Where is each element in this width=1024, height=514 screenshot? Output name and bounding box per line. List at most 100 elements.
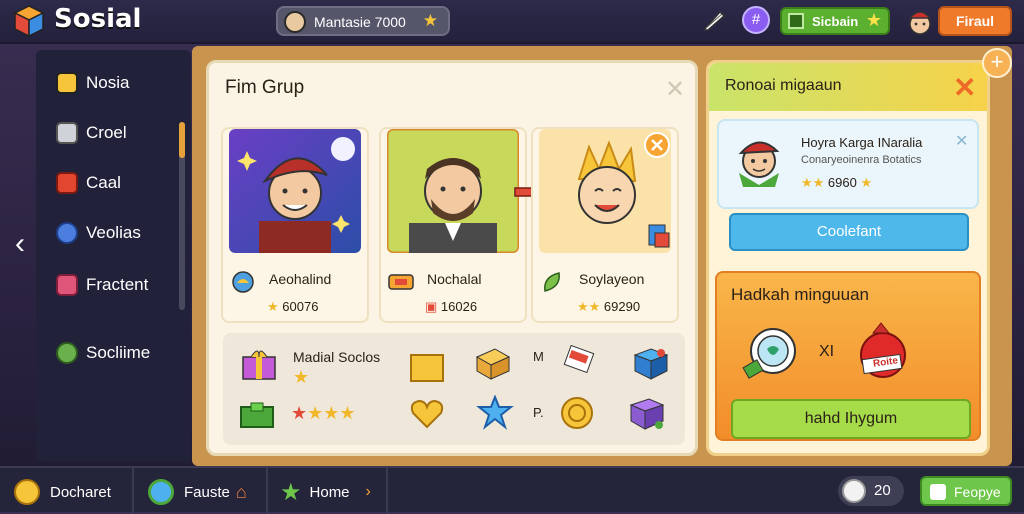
player-subtitle: Conaryeoinenra Botatics — [801, 154, 922, 166]
sidebar-item-socliime[interactable]: Socliime — [56, 338, 150, 368]
bottom-item-docharet[interactable]: Docharet — [14, 478, 111, 506]
house-icon: ⌂ — [235, 481, 247, 502]
chat-icon — [56, 72, 78, 94]
globe-icon — [56, 222, 78, 244]
app-logo-icon — [13, 5, 45, 38]
rewards-title: Madial Soclos — [293, 349, 381, 365]
player-card[interactable]: Hoyra Karga INaralia Conaryeoinenra Bota… — [717, 119, 979, 209]
sidebar-item-label: Fractent — [86, 275, 149, 294]
claim-button[interactable]: hahd Ihygum — [731, 399, 971, 439]
coin-icon[interactable] — [557, 395, 597, 431]
app-title: Sosial — [54, 4, 142, 34]
star-icon: ★ — [865, 10, 882, 30]
weekly-reward-box: Hadkah minguuan XI Roite hahd Ihygum — [715, 271, 981, 441]
character-portrait — [229, 129, 361, 253]
member-name: Aeohalind — [269, 271, 332, 287]
member-score: ★ 60076 — [267, 299, 318, 315]
divider — [386, 468, 388, 514]
bottom-item-fauste[interactable]: Fauste ⌂ — [148, 478, 247, 506]
rating-stars: ★★★★ — [291, 403, 356, 423]
friend-avatar-icon — [56, 342, 78, 364]
hashtag-badge-icon[interactable]: # — [742, 6, 770, 34]
crate-icon[interactable] — [473, 345, 513, 381]
member-score-value: 16026 — [440, 299, 478, 314]
box-icon — [56, 274, 78, 296]
top-bar: Sosial Mantasie 7000 ★ # Sicbain ★ Firau… — [0, 0, 1024, 44]
treasure-box-icon[interactable] — [407, 349, 447, 385]
cube-icon[interactable] — [631, 345, 671, 381]
sidebar-item-label: Nosia — [86, 73, 130, 92]
scroll-item-icon[interactable] — [559, 343, 599, 379]
bottom-item-home[interactable]: ★ Home › — [280, 478, 371, 506]
sidebar-item-veolias[interactable]: Veolias — [56, 218, 141, 248]
mail-icon — [56, 122, 78, 144]
leaf-icon — [544, 272, 560, 292]
member-score: ▣ 16026 — [425, 299, 477, 315]
sidebar-item-croel[interactable]: Croel — [56, 118, 127, 148]
bottom-item-label: Home — [309, 483, 350, 501]
top-action-button[interactable]: Firaul — [938, 6, 1012, 36]
sidebar-item-caal[interactable]: Caal — [56, 168, 121, 198]
sidebar-item-fractent[interactable]: Fractent — [56, 270, 148, 300]
sidebar-item-label: Socliime — [86, 343, 151, 362]
status-label: Sicbain — [812, 14, 859, 29]
green-chest-icon[interactable] — [237, 397, 277, 433]
dismiss-icon[interactable]: ✕ — [955, 131, 968, 151]
sidebar-item-label: Croel — [86, 123, 127, 142]
star-icon: ★ — [280, 478, 302, 506]
sidebar-scrollbar[interactable] — [179, 122, 185, 310]
user-profile-pill[interactable]: Mantasie 7000 ★ — [276, 6, 450, 36]
coin-icon — [842, 479, 866, 503]
user-name: Mantasie 7000 — [314, 14, 406, 30]
member-card[interactable]: Soylayeon ★★ 69290 — [531, 127, 679, 323]
player-name: Hoyra Karga INaralia — [801, 135, 923, 150]
member-card[interactable]: Nochalal ▣ 16026 — [379, 127, 527, 323]
shield-badge-icon — [742, 328, 796, 379]
add-icon[interactable]: + — [982, 48, 1012, 78]
bottom-item-label: Docharet — [50, 483, 111, 501]
star-icon: ★★ — [801, 175, 828, 190]
star-icon: ★ — [267, 299, 283, 314]
ticket-icon — [388, 274, 414, 290]
heart-icon[interactable] — [407, 395, 447, 431]
status-square-icon — [788, 13, 804, 29]
invite-panel-header: Ronoai migaaun ✕ — [709, 63, 987, 111]
bottom-bar: Docharet Fauste ⌂ ★ Home › 20 Feopye — [0, 466, 1024, 514]
gift-box-icon[interactable] — [239, 345, 279, 381]
bottom-item-label: Fauste — [184, 483, 230, 501]
globe-badge-icon — [232, 271, 254, 293]
player-avatar-icon[interactable] — [906, 6, 934, 36]
people-icon — [930, 484, 946, 500]
close-icon[interactable]: ✕ — [953, 71, 976, 104]
ring-icon — [148, 479, 174, 505]
purple-block-icon[interactable] — [627, 395, 667, 431]
member-name: Nochalal — [427, 271, 482, 287]
ticket-badge-icon: ▣ — [425, 299, 441, 314]
confirm-button[interactable]: Coolefant — [729, 213, 969, 251]
coin-counter[interactable]: 20 — [838, 476, 904, 506]
feather-icon[interactable] — [700, 8, 728, 34]
member-name: Soylayeon — [579, 271, 645, 287]
member-score: ★★ 69290 — [577, 299, 640, 315]
member-score-value: 69290 — [603, 299, 641, 314]
people-button-label: Feopye — [954, 484, 1001, 500]
scrollbar-thumb[interactable] — [179, 122, 185, 158]
member-score-value: 60076 — [282, 299, 319, 314]
close-icon[interactable]: ✕ — [665, 75, 685, 104]
coin-count: 20 — [874, 482, 891, 499]
sidebar-item-nosia[interactable]: Nosia — [56, 68, 129, 98]
character-portrait — [387, 129, 519, 253]
people-button[interactable]: Feopye — [920, 476, 1012, 506]
player-avatar — [738, 141, 780, 187]
panel-title: Fim Grup — [225, 77, 305, 98]
weekly-reward-title: Hadkah minguuan — [731, 285, 869, 304]
player-score-value: 6960 — [827, 175, 857, 190]
rewards-section: Madial Soclos ★ M ★★★★ P. — [223, 333, 685, 445]
divider — [132, 468, 134, 514]
sidebar-item-label: Caal — [86, 173, 121, 192]
status-button[interactable]: Sicbain ★ — [780, 7, 890, 35]
member-card[interactable]: Aeohalind ★ 60076 — [221, 127, 369, 323]
profile-icon — [14, 479, 40, 505]
chevron-left-icon[interactable]: ‹ — [6, 226, 34, 264]
gem-star-icon[interactable] — [475, 395, 515, 431]
